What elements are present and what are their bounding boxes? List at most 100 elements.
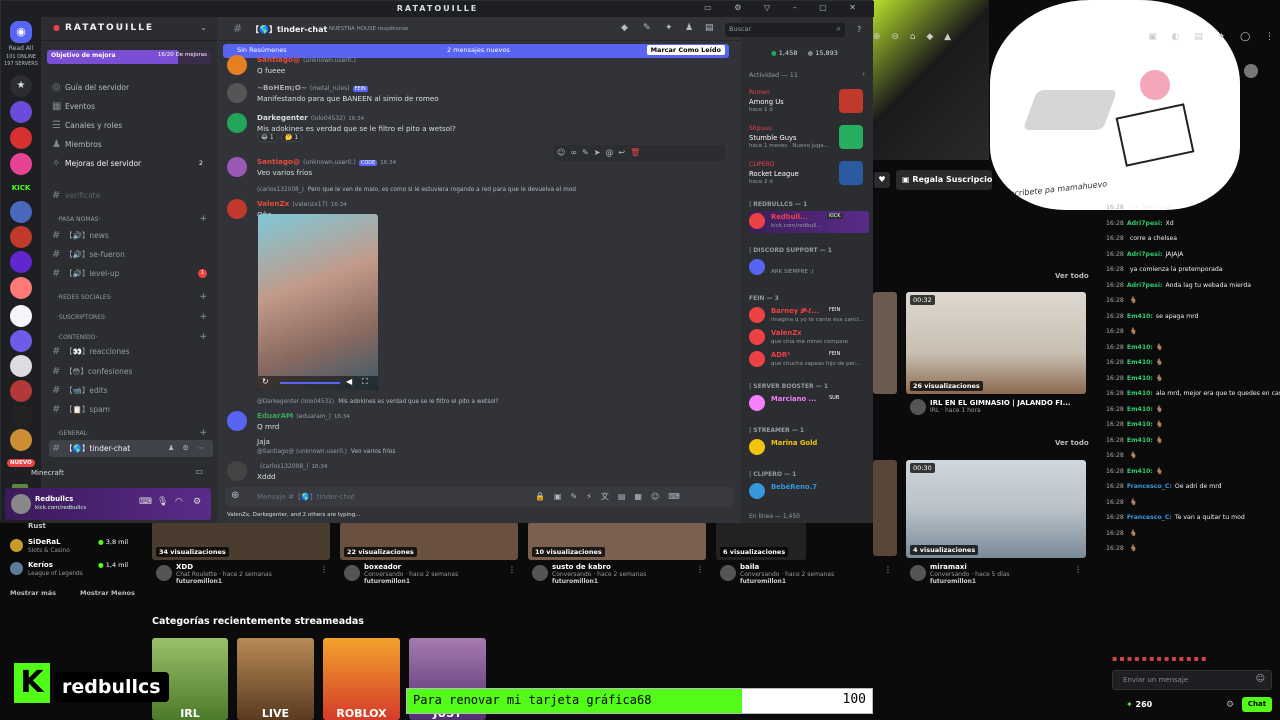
clip-user[interactable]: futuromillon1: [740, 578, 880, 585]
headphones-icon[interactable]: ◠: [175, 497, 183, 507]
clip-user[interactable]: futuromillon1: [930, 578, 1070, 585]
threads-icon[interactable]: ◆: [621, 23, 628, 33]
server-icon-3[interactable]: [10, 153, 32, 175]
message-author[interactable]: Santiago@: [257, 55, 300, 64]
channel-2[interactable]: # 【🔊】news: [49, 227, 213, 244]
chat-user[interactable]: Em410:: [1127, 421, 1153, 428]
show-more-button[interactable]: Mostrar más: [10, 589, 56, 597]
server-icon-5[interactable]: [10, 201, 32, 223]
fullscreen-icon[interactable]: ⛶: [362, 377, 368, 387]
server-icon-12[interactable]: [10, 380, 32, 402]
chat-user[interactable]: Francesco_C:: [1127, 514, 1172, 521]
channel-3[interactable]: # 【🔊】se-fueron: [49, 246, 213, 263]
category-card-1[interactable]: LIVE: [237, 638, 314, 720]
forward-icon[interactable]: ➤: [594, 148, 606, 157]
read-all-button[interactable]: Read All: [1, 45, 41, 52]
chat-user[interactable]: Em410:: [1127, 375, 1153, 382]
reaction-chip[interactable]: 😂 1: [257, 133, 278, 142]
category-5[interactable]: ·REDES SOCIALES· +: [49, 289, 213, 306]
server-icon-13[interactable]: [10, 405, 32, 427]
add-channel-icon[interactable]: +: [199, 309, 207, 326]
search-box[interactable]: Buscar ⌕: [725, 23, 845, 37]
chat-user[interactable]: Adri7pesi:: [1127, 251, 1163, 258]
activity-card-0[interactable]: Romeo Among Us hace 1 d: [747, 89, 869, 117]
channel-4[interactable]: # 【🔊】level-up 1: [49, 265, 213, 282]
category-1[interactable]: ·PASA NOMAS· +: [49, 211, 213, 228]
message-author[interactable]: ~BoHEm;O~: [257, 83, 307, 92]
server-icon-8[interactable]: [10, 277, 32, 299]
more-options-icon[interactable]: ⋮: [696, 565, 704, 574]
chat-bubble-icon[interactable]: ▭: [195, 467, 203, 476]
clip-thumb-partial-left-2[interactable]: [873, 460, 897, 556]
reply-preview[interactable]: @Darkegenter (lolo04532) Mis adokines es …: [257, 399, 499, 405]
settings-icon[interactable]: ⚙: [1226, 700, 1234, 710]
kick-sidebar-item-2[interactable]: Keríos League of Legends ● 1,4 mil: [8, 559, 132, 581]
show-less-button[interactable]: Mostrar Menos: [80, 589, 135, 597]
clip-title[interactable]: baila: [740, 563, 880, 571]
activity-card-2[interactable]: CLIPERO Rocket League hace 2 d: [747, 161, 869, 189]
chat-user[interactable]: Adri7pesi:: [1127, 282, 1163, 289]
activity-header[interactable]: Actividad — 11: [749, 71, 798, 79]
kick-server-icon[interactable]: KICK: [10, 177, 32, 199]
nav-item-1[interactable]: ▦ Eventos: [49, 98, 213, 115]
favorite-heart-button[interactable]: ♥: [874, 172, 890, 188]
delete-icon[interactable]: 🗑: [630, 148, 645, 157]
chat-user[interactable]: Em410:: [1127, 390, 1153, 397]
chat-user[interactable]: Em410:: [1127, 359, 1153, 366]
chat-user[interactable]: Em410:: [1127, 344, 1153, 351]
channel-8[interactable]: # 【👀】reacciones: [49, 343, 213, 360]
chat-send-button[interactable]: Chat: [1242, 697, 1272, 712]
server-icon-6[interactable]: [10, 226, 32, 248]
edit-icon[interactable]: ✎: [582, 148, 594, 157]
category-card-2[interactable]: ROBLOX: [323, 638, 400, 720]
see-all-link-2[interactable]: Ver todo: [1055, 439, 1089, 447]
mark-as-read-button[interactable]: Marcar Como Leído: [646, 45, 725, 55]
reply-preview[interactable]: (carlos132008_) Pero que le ven de malo, …: [257, 187, 576, 193]
microphone-icon[interactable]: 🎙: [157, 497, 168, 507]
summary-dropdown[interactable]: Sin Resúmenes: [237, 46, 287, 54]
server-icon-11[interactable]: [10, 355, 32, 377]
clip-thumb-1[interactable]: 22 visualizaciones: [340, 522, 518, 560]
member-row[interactable]: Marina Gold: [749, 437, 869, 459]
gamepad-icon[interactable]: ⌨: [139, 497, 152, 507]
more-options-icon[interactable]: ⋮: [884, 565, 892, 574]
clip-title[interactable]: susto de kabro: [552, 563, 692, 571]
category-6[interactable]: ·SUSCRIPTORES· +: [49, 309, 213, 326]
member-row[interactable]: Marciano ... SUB: [749, 393, 869, 415]
chat-user[interactable]: Em410:: [1127, 406, 1153, 413]
video-progress[interactable]: [280, 382, 340, 384]
pin-icon[interactable]: ✦: [665, 23, 673, 33]
message-avatar[interactable]: [227, 199, 247, 219]
channel-10[interactable]: # 【📹】edits: [49, 382, 213, 399]
gift-subscription-button[interactable]: ▣ Regala Suscripcio: [896, 170, 992, 190]
add-attachment-icon[interactable]: ⊕: [231, 490, 239, 501]
profile-avatar[interactable]: [1244, 64, 1258, 78]
discord-home-icon[interactable]: ◉: [10, 21, 32, 43]
reply-icon[interactable]: ↩: [618, 148, 630, 157]
clip-user[interactable]: futuromillon1: [364, 578, 504, 585]
chat-user[interactable]: Em410:: [1127, 313, 1153, 320]
server-icon-9[interactable]: [10, 305, 32, 327]
reaction-icon[interactable]: ☺: [557, 148, 570, 157]
message-author[interactable]: Darkegenter: [257, 113, 308, 122]
more-options-icon[interactable]: ⋮: [508, 565, 516, 574]
server-icon-2[interactable]: [10, 127, 32, 149]
mention-icon[interactable]: @: [605, 148, 618, 157]
nav-item-2[interactable]: ☰ Canales y roles: [49, 117, 213, 134]
composer-toolbar-icons[interactable]: 🔒▣✎⚡文▤▦☺⌨: [535, 491, 689, 502]
server-icon-1[interactable]: [10, 101, 32, 123]
message-author[interactable]: Santiago@: [257, 157, 300, 166]
clip-thumb-2[interactable]: 10 visualizaciones: [528, 522, 706, 560]
mute-icon[interactable]: ✎: [643, 23, 651, 33]
server-icon-10[interactable]: [10, 330, 32, 352]
nav-item-0[interactable]: ◎ Guía del servidor: [49, 79, 213, 96]
inbox-icon[interactable]: ▤: [705, 23, 714, 33]
message-avatar[interactable]: [227, 83, 247, 103]
add-channel-icon[interactable]: +: [199, 289, 207, 306]
points-display[interactable]: ✦ 260: [1126, 700, 1152, 709]
member-row[interactable]: Redbull... KICK kick.com/redbull...: [749, 211, 869, 233]
message-composer[interactable]: ⊕ Mensaje #【🌎】tinder-chat 🔒▣✎⚡文▤▦☺⌨: [225, 487, 733, 507]
member-row[interactable]: ADR² FEIN que chucha sapeas hijo de per...: [749, 349, 869, 371]
see-all-link-1[interactable]: Ver todo: [1055, 272, 1089, 280]
volume-icon[interactable]: ◀: [346, 377, 352, 386]
